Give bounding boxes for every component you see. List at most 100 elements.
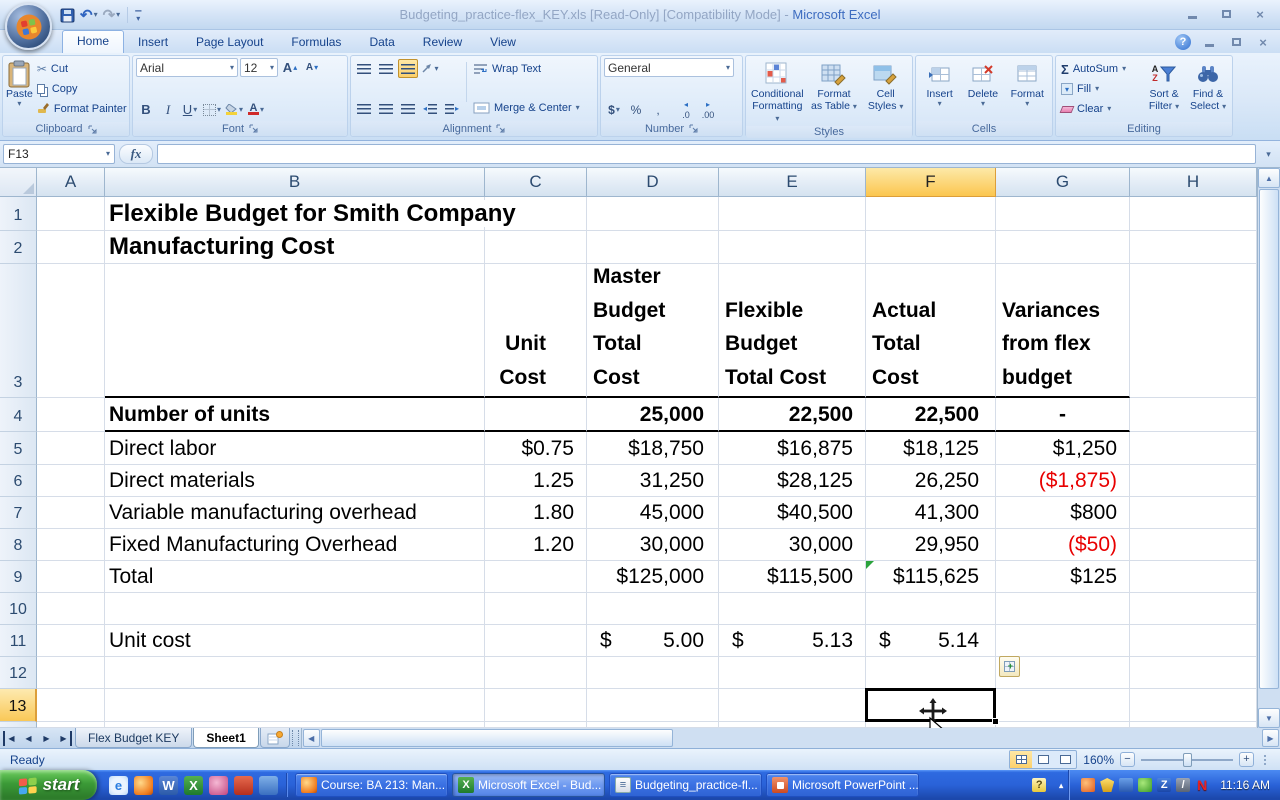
formula-bar-expand-icon[interactable]: ▾ (1260, 144, 1277, 164)
cell[interactable] (485, 231, 587, 264)
cell-G9[interactable]: $125 (996, 561, 1130, 593)
cell-C3[interactable]: UnitCost (485, 264, 587, 398)
cell[interactable] (37, 465, 105, 497)
cell[interactable] (1130, 529, 1257, 561)
column-header-g[interactable]: G (996, 168, 1130, 197)
task-button-excel[interactable]: X Microsoft Excel - Bud... (452, 773, 605, 797)
cell[interactable] (1130, 625, 1257, 657)
row-header-6[interactable]: 6 (0, 465, 37, 497)
tray-icon-blue-tool[interactable] (1119, 778, 1133, 792)
workbook-close-button[interactable]: × (1254, 35, 1272, 49)
cell-F9[interactable]: $115,625 (866, 561, 996, 593)
tab-page-layout[interactable]: Page Layout (182, 32, 277, 53)
cell-D7[interactable]: 45,000 (587, 497, 719, 529)
cell[interactable] (37, 264, 105, 398)
cell[interactable] (37, 529, 105, 561)
tab-home[interactable]: Home (62, 30, 124, 53)
row-header-11[interactable]: 11 (0, 625, 37, 657)
page-layout-view-button[interactable] (1032, 751, 1054, 768)
grow-font-button[interactable]: A▴ (280, 58, 300, 77)
tray-icon-orange[interactable] (1081, 778, 1095, 792)
cell-C6[interactable]: 1.25 (485, 465, 587, 497)
decrease-decimal-button[interactable]: ▸.00 (698, 100, 718, 119)
comma-style-button[interactable]: , (648, 100, 668, 119)
cell-F4[interactable]: 22,500 (866, 398, 996, 432)
increase-indent-button[interactable]: ▸ (442, 99, 462, 118)
borders-button[interactable]: ▾ (202, 100, 222, 119)
zoom-out-button[interactable]: − (1120, 752, 1135, 767)
row-header-8[interactable]: 8 (0, 529, 37, 561)
cell-G6[interactable]: ($1,875) (996, 465, 1130, 497)
percent-style-button[interactable]: % (626, 100, 646, 119)
cell-D4[interactable]: 25,000 (587, 398, 719, 432)
cell[interactable] (996, 689, 1130, 722)
decrease-indent-button[interactable]: ◂ (420, 99, 440, 118)
row-header-4[interactable]: 4 (0, 398, 37, 432)
cell-C5[interactable]: $0.75 (485, 432, 587, 465)
scroll-up-button[interactable]: ▲ (1258, 168, 1280, 188)
font-size-select[interactable]: 12▾ (240, 58, 278, 77)
accounting-format-button[interactable]: $▾ (604, 100, 624, 119)
wrap-text-button[interactable]: Wrap Text (471, 59, 582, 79)
task-button-powerpoint[interactable]: Microsoft PowerPoint ... (766, 773, 919, 797)
cell[interactable] (37, 625, 105, 657)
cell-D3[interactable]: MasterBudgetTotalCost (587, 264, 719, 398)
cell[interactable] (1130, 657, 1257, 689)
internet-explorer-icon[interactable]: e (109, 776, 128, 795)
cell-B6[interactable]: Direct materials (105, 465, 485, 497)
row-header-1[interactable]: 1 (0, 197, 37, 231)
paste-button[interactable]: Paste ▾ (6, 58, 33, 120)
insert-cells-button[interactable]: Insert ▾ (920, 58, 960, 119)
font-family-select[interactable]: Arial▾ (136, 58, 238, 77)
cell[interactable] (1130, 593, 1257, 625)
underline-button[interactable]: U▾ (180, 100, 200, 119)
cell[interactable] (996, 625, 1130, 657)
cell-E8[interactable]: 30,000 (719, 529, 866, 561)
cell[interactable] (37, 689, 105, 722)
name-box[interactable]: F13▾ (3, 144, 115, 164)
cell-F5[interactable]: $18,125 (866, 432, 996, 465)
column-header-d[interactable]: D (587, 168, 719, 197)
row-header-2[interactable]: 2 (0, 231, 37, 264)
tab-data[interactable]: Data (355, 32, 408, 53)
cell[interactable] (866, 231, 996, 264)
cell-E3[interactable]: FlexibleBudgetTotal Cost (719, 264, 866, 398)
cell-F8[interactable]: 29,950 (866, 529, 996, 561)
last-sheet-button[interactable]: ▶ (57, 731, 72, 746)
help-icon[interactable]: ? (1175, 34, 1191, 50)
cell[interactable] (485, 657, 587, 689)
horizontal-scroll-thumb[interactable] (321, 729, 673, 747)
cell[interactable] (996, 593, 1130, 625)
tab-review[interactable]: Review (409, 32, 476, 53)
align-right-button[interactable] (398, 99, 418, 118)
workbook-minimize-button[interactable] (1200, 35, 1218, 49)
cell[interactable] (485, 689, 587, 722)
clear-button[interactable]: Clear▾ (1059, 99, 1141, 119)
tab-insert[interactable]: Insert (124, 32, 182, 53)
column-header-h[interactable]: H (1130, 168, 1257, 197)
show-hidden-icons[interactable]: ▴ (1054, 778, 1068, 792)
firefox-icon[interactable] (134, 776, 153, 795)
cell[interactable] (866, 593, 996, 625)
cell[interactable] (1130, 497, 1257, 529)
conditional-formatting-button[interactable]: Conditional Formatting ▾ (750, 58, 804, 124)
normal-view-button[interactable] (1010, 751, 1032, 768)
cell-D11[interactable]: $5.00 (587, 625, 719, 657)
format-painter-button[interactable]: Format Painter (35, 99, 129, 119)
scroll-left-button[interactable]: ◀ (303, 729, 320, 747)
cell-G8[interactable]: ($50) (996, 529, 1130, 561)
align-center-button[interactable] (376, 99, 396, 118)
cell[interactable] (719, 593, 866, 625)
cell[interactable] (587, 593, 719, 625)
sort-filter-button[interactable]: AZ Sort & Filter ▾ (1143, 58, 1185, 120)
cell[interactable] (1130, 197, 1257, 231)
cell[interactable] (587, 689, 719, 722)
column-header-e[interactable]: E (719, 168, 866, 197)
scroll-right-button[interactable]: ▶ (1262, 729, 1279, 747)
cell[interactable] (1130, 465, 1257, 497)
cell[interactable] (866, 657, 996, 689)
cell[interactable] (37, 593, 105, 625)
cut-button[interactable]: ✂Cut (35, 59, 129, 79)
cell[interactable] (37, 231, 105, 264)
dialog-launcher-icon[interactable] (689, 124, 698, 133)
